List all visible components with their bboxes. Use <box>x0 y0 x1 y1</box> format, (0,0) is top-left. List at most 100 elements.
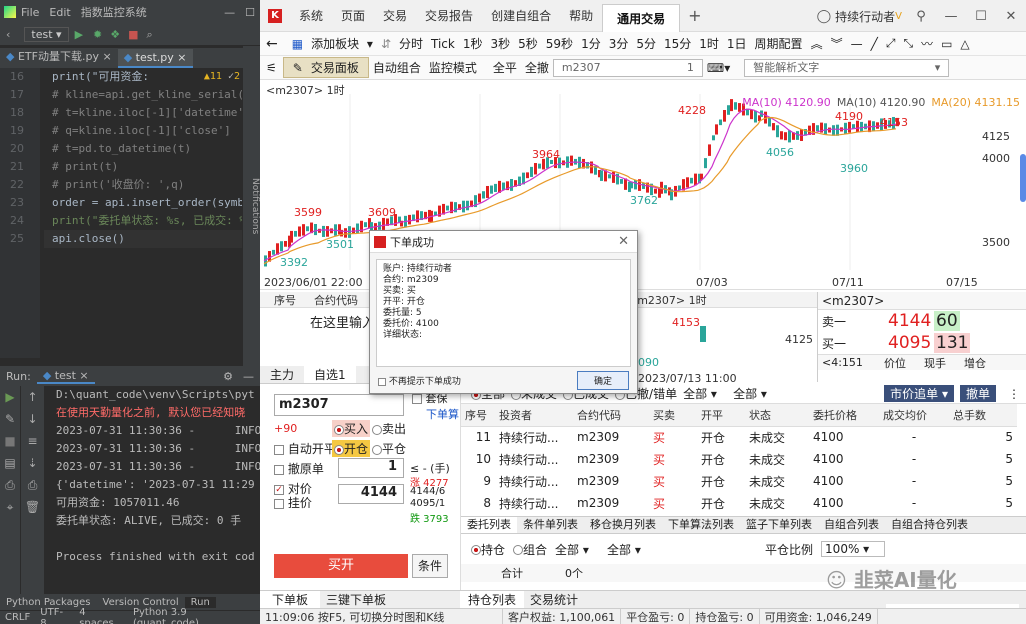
menu-file[interactable]: File <box>16 6 44 19</box>
back-icon[interactable]: ‹ <box>0 28 16 41</box>
tab-general-trade[interactable]: 通用交易 <box>602 3 681 32</box>
back-arrow-icon[interactable]: ← <box>260 36 284 52</box>
tab-rollover-list[interactable]: 移仓换月列表 <box>584 517 662 533</box>
menu-page[interactable]: 页面 <box>332 7 374 24</box>
orders-select-1[interactable]: 全部 ▾ <box>683 385 727 402</box>
tab-order-board[interactable]: 下单板 <box>260 591 321 608</box>
auto-close-checkbox[interactable]: 自动开平 <box>274 440 336 457</box>
maximize-icon[interactable]: ☐ <box>966 9 996 24</box>
pos-filter-combo[interactable]: 组合 <box>513 541 547 558</box>
draw-triangle-icon[interactable]: △ <box>956 37 973 51</box>
expand-down-icon[interactable]: ︾ <box>827 35 847 52</box>
pin-icon[interactable]: ⚲ <box>906 9 936 24</box>
dont-show-checkbox[interactable]: 不再提示下单成功 <box>378 374 461 387</box>
settings-icon[interactable]: ⚙ <box>219 370 237 383</box>
tab-condition-list[interactable]: 条件单列表 <box>517 517 584 533</box>
auto-combo-button[interactable]: 自动组合 <box>369 59 425 76</box>
orders-select-2[interactable]: 全部 ▾ <box>733 385 843 402</box>
table-row[interactable]: 9 持续行动... m2309 买 开仓 未成交 4100 - 5 <box>461 470 1017 492</box>
period-tick[interactable]: Tick <box>427 37 459 51</box>
run-config-select[interactable]: test ▾ <box>24 27 69 42</box>
menu-trade-report[interactable]: 交易报告 <box>416 7 482 24</box>
soft-wrap-icon[interactable]: ≡ <box>21 430 44 452</box>
minimize-icon[interactable]: — <box>219 6 240 19</box>
more-icon[interactable]: ⋮ <box>1002 387 1026 401</box>
collapse-up-icon[interactable]: ︽ <box>807 35 827 52</box>
period-1d[interactable]: 1日 <box>723 35 751 52</box>
tab-watchlist-1[interactable]: 自选1 <box>304 366 356 383</box>
smart-parse-input[interactable]: 智能解析文字 ▾ <box>744 58 950 77</box>
tab-order-list[interactable]: 委托列表 <box>461 517 517 533</box>
menu-help[interactable]: 帮助 <box>560 7 602 24</box>
draw-ray-icon[interactable]: ⤢ <box>882 36 900 51</box>
order-algo-link[interactable]: 下单算 <box>426 406 459 422</box>
menu-system[interactable]: 系统 <box>290 7 332 24</box>
user-avatar-icon[interactable]: ◯ <box>813 9 836 24</box>
symbol-input[interactable]: m2307 1 <box>552 58 703 77</box>
menu-edit[interactable]: Edit <box>44 6 75 19</box>
buy-open-button[interactable]: 买开 <box>274 554 408 578</box>
draw-segment-icon[interactable]: ⤡ <box>899 36 917 51</box>
offset-close-radio[interactable]: 平仓 <box>372 440 406 457</box>
qty-input[interactable]: 1 <box>338 458 404 478</box>
tab-main-contract[interactable]: 主力 <box>260 366 304 383</box>
coverage-icon[interactable]: ❖ <box>106 28 124 41</box>
trash-icon[interactable]: 🗑 <box>21 496 44 518</box>
run-icon[interactable]: ▶ <box>69 28 89 41</box>
period-59s[interactable]: 59秒 <box>542 35 577 52</box>
sort-icon[interactable]: ⇵ <box>377 37 395 51</box>
tab-combo-list[interactable]: 自组合列表 <box>818 517 885 533</box>
tab-position-list[interactable]: 持仓列表 <box>460 591 525 608</box>
period-1h[interactable]: 1时 <box>695 35 723 52</box>
line-separator[interactable]: CRLF <box>0 612 35 623</box>
dialog-close-icon[interactable]: ✕ <box>610 234 637 249</box>
scroll-end-icon[interactable]: ⇣ <box>21 452 44 474</box>
wrench-icon[interactable]: ✎ <box>0 408 20 430</box>
keyboard-icon[interactable]: ⌨▾ <box>703 61 734 75</box>
hide-icon[interactable]: — <box>237 370 260 383</box>
symbol-field[interactable]: m2307 <box>274 394 404 416</box>
interpreter[interactable]: Python 3.9 (quant_code) <box>128 607 260 624</box>
pos-select-1[interactable]: 全部 ▾ <box>555 541 599 558</box>
side-buy-radio[interactable]: 买入 <box>332 420 371 437</box>
tab-basket-list[interactable]: 篮子下单列表 <box>740 517 818 533</box>
period-timeshare[interactable]: 分时 <box>395 35 427 52</box>
ask-row[interactable]: 卖一 4144 60 <box>818 310 1026 332</box>
table-row[interactable]: 10 持续行动... m2309 买 开仓 未成交 4100 - 5 <box>461 448 1017 470</box>
layout-icon[interactable]: ▤ <box>0 452 20 474</box>
add-block-button[interactable]: ▦ 添加板块 ▾ <box>284 35 377 52</box>
rerun-icon[interactable]: ▶ <box>0 386 20 408</box>
monitor-mode-button[interactable]: 监控模式 <box>425 59 481 76</box>
dialog-ok-button[interactable]: 确定 <box>576 371 629 390</box>
cancel-order-button[interactable]: 撤单 <box>959 385 996 402</box>
notifications-panel-toggle[interactable]: Notifications <box>243 46 260 366</box>
cancel-all-button[interactable]: 全撤 <box>521 59 553 76</box>
tab-algo-list[interactable]: 下单算法列表 <box>662 517 740 533</box>
close-icon[interactable]: ✕ <box>996 9 1026 24</box>
run-tab[interactable]: ◆ test × <box>36 369 95 384</box>
close-ratio-select[interactable]: 100% ▾ <box>821 541 886 557</box>
market-chase-button[interactable]: 市价追单 ▾ <box>884 385 954 402</box>
limit-checkbox[interactable]: 挂价 <box>274 494 312 511</box>
period-1s[interactable]: 1秒 <box>459 35 487 52</box>
tab-three-key[interactable]: 三键下单板 <box>320 591 392 608</box>
maximize-icon[interactable]: ☐ <box>240 6 260 19</box>
period-3s[interactable]: 3秒 <box>487 35 515 52</box>
trade-panel-button[interactable]: ✎ 交易面板 <box>282 57 369 78</box>
bid-row[interactable]: 买一 4095 131 <box>818 332 1026 354</box>
period-15m[interactable]: 15分 <box>660 35 695 52</box>
pin-icon[interactable]: ⌖ <box>0 496 20 518</box>
draw-hline-icon[interactable]: — <box>847 37 867 51</box>
period-1m[interactable]: 1分 <box>577 35 605 52</box>
period-3m[interactable]: 3分 <box>605 35 633 52</box>
menu-create-combo[interactable]: 创建自组合 <box>482 7 560 24</box>
table-row[interactable]: 8 持续行动... m2309 买 开仓 未成交 4100 - 5 <box>461 492 1017 514</box>
encoding[interactable]: UTF-8 <box>35 607 74 624</box>
pos-filter-holding[interactable]: 持仓 <box>471 541 505 558</box>
offset-open-radio[interactable]: 开仓 <box>332 440 371 457</box>
user-name[interactable]: 持续行动者 <box>835 8 895 25</box>
period-config[interactable]: 周期配置 <box>751 35 807 52</box>
add-tab-icon[interactable]: + <box>680 6 709 25</box>
pos-select-2[interactable]: 全部 ▾ <box>607 541 757 558</box>
print-icon[interactable]: ⎙ <box>21 474 44 496</box>
